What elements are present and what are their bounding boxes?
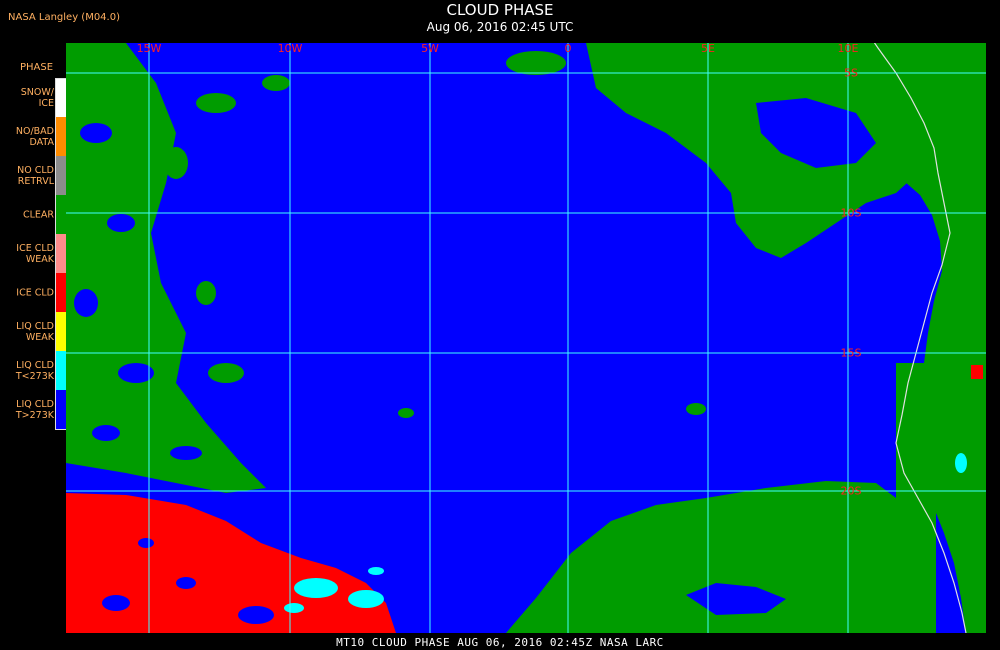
satellite-product-view: NASA Langley (M04.0) CLOUD PHASE Aug 06,… [0,0,1000,650]
latitude-label: 10S [841,207,862,220]
product-title: CLOUD PHASE [446,1,554,19]
product-footer: MT10 CLOUD PHASE AUG 06, 2016 02:45Z NAS… [336,636,664,649]
legend-item-label: LIQ CLD T>273K [15,398,54,421]
legend-item-label: NO CLD RETRVL [17,164,54,187]
longitude-label: 10W [278,43,303,55]
africa-eastern-block [896,363,936,633]
longitude-label: 5W [421,43,439,55]
legend-item-label: LIQ CLD WEAK [16,320,54,343]
ice-cloud-speck [971,365,983,379]
legend-item-label: LIQ CLD T<273K [15,359,54,382]
longitude-label: 0 [565,43,572,55]
legend-item-label: ICE CLD [16,287,54,298]
legend-item-label: ICE CLD WEAK [16,242,54,265]
product-timestamp: Aug 06, 2016 02:45 UTC [426,20,574,34]
latitude-label: 15S [841,347,862,360]
legend-item-label: CLEAR [22,209,54,220]
longitude-label: 5E [701,43,715,55]
legend-title: PHASE [20,62,54,73]
longitude-label: 10E [838,43,859,55]
longitude-label: 15W [137,43,162,55]
legend-item-label: SNOW/ ICE [20,86,54,109]
latitude-label: 5S [844,67,858,80]
latitude-label: 20S [841,485,862,498]
legend-item-label: NO/BAD DATA [15,125,54,148]
cloud-phase-map: 15W 10W 5W 0 5E 10E 5S 10S 15S 20S [66,43,986,633]
